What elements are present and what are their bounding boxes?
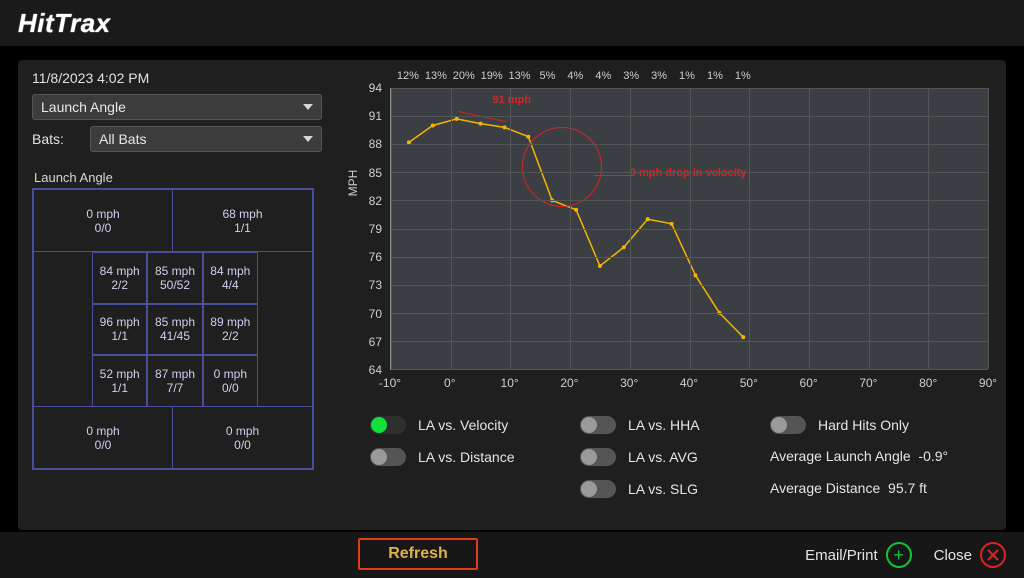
header-bar: HitTrax (0, 0, 1024, 46)
footer-bar: Refresh Email/Print + Close (0, 532, 1024, 578)
annotation-arrow-2 (594, 175, 634, 176)
strike-zone-grid: 0 mph 0/0 68 mph 1/1 0 mph 0/0 0 mph 0/0… (32, 188, 314, 470)
brand-logo: HitTrax (18, 8, 111, 39)
chart-area: MPH 9491888582797673706764 12%13%20%19%1… (340, 70, 992, 400)
toggle-grid: LA vs. Velocity LA vs. HHA Hard Hits Onl… (370, 416, 986, 498)
zone-outer-tl[interactable]: 0 mph 0/0 (34, 190, 173, 252)
toggle-la-velocity[interactable]: LA vs. Velocity (370, 416, 570, 434)
toggle-la-avg[interactable]: LA vs. AVG (580, 448, 760, 466)
zone-outer-br[interactable]: 0 mph 0/0 (173, 406, 312, 468)
zone-outer-bl[interactable]: 0 mph 0/0 (34, 406, 173, 468)
switch-off-icon (580, 480, 616, 498)
email-print-button[interactable]: Email/Print + (805, 542, 912, 568)
chart-top-percents: 12%13%20%19%13%5%4%4%3%3%1%1%1% (390, 70, 988, 86)
left-column: 11/8/2023 4:02 PM Launch Angle Bats: All… (32, 70, 322, 470)
zone-inner-cell[interactable]: 85 mph41/45 (147, 304, 202, 356)
zone-outer-tr[interactable]: 68 mph 1/1 (173, 190, 312, 252)
main-panel: 11/8/2023 4:02 PM Launch Angle Bats: All… (18, 60, 1006, 530)
zone-inner-cell[interactable]: 52 mph1/1 (92, 355, 147, 407)
toggle-la-slg[interactable]: LA vs. SLG (580, 480, 760, 498)
metric-select-value: Launch Angle (41, 99, 126, 115)
timestamp: 11/8/2023 4:02 PM (32, 70, 322, 86)
close-button[interactable]: Close (934, 542, 1006, 568)
refresh-button[interactable]: Refresh (358, 538, 478, 570)
switch-off-icon (580, 448, 616, 466)
zone-inner-cell[interactable]: 89 mph2/2 (203, 304, 258, 356)
metric-select[interactable]: Launch Angle (32, 94, 322, 120)
zone-inner-cell[interactable]: 87 mph7/7 (147, 355, 202, 407)
zone-inner-cell[interactable]: 84 mph2/2 (92, 252, 147, 304)
switch-off-icon (580, 416, 616, 434)
toggle-la-distance[interactable]: LA vs. Distance (370, 448, 570, 466)
zone-inner-cell[interactable]: 85 mph50/52 (147, 252, 202, 304)
summary-avg-la: Average Launch Angle -0.9° (770, 448, 1020, 466)
zone-inner-grid: 84 mph2/285 mph50/5284 mph4/4 96 mph1/185… (92, 252, 258, 407)
chevron-down-icon (303, 104, 313, 110)
zone-inner-cell[interactable]: 0 mph0/0 (203, 355, 258, 407)
switch-off-icon (770, 416, 806, 434)
toggle-hard-hits[interactable]: Hard Hits Only (770, 416, 1020, 434)
toggle-la-hha[interactable]: LA vs. HHA (580, 416, 760, 434)
chart-plot[interactable]: 91 mph 9 mph drop in velocity (390, 88, 988, 370)
bats-select-value: All Bats (99, 131, 146, 147)
bats-select[interactable]: All Bats (90, 126, 322, 152)
close-icon (980, 542, 1006, 568)
summary-avg-dist: Average Distance 95.7 ft (770, 480, 1020, 498)
zone-inner-cell[interactable]: 84 mph4/4 (203, 252, 258, 304)
switch-on-icon (370, 416, 406, 434)
chart-xticks: -10°0°10°20°30°40°50°60°70°80°90° (390, 376, 988, 394)
chevron-down-icon (303, 136, 313, 142)
zone-title: Launch Angle (34, 170, 322, 185)
zone-inner-cell[interactable]: 96 mph1/1 (92, 304, 147, 356)
switch-off-icon (370, 448, 406, 466)
plus-icon: + (886, 542, 912, 568)
chart-yticks: 9491888582797673706764 (358, 88, 382, 370)
bats-label: Bats: (32, 131, 80, 147)
